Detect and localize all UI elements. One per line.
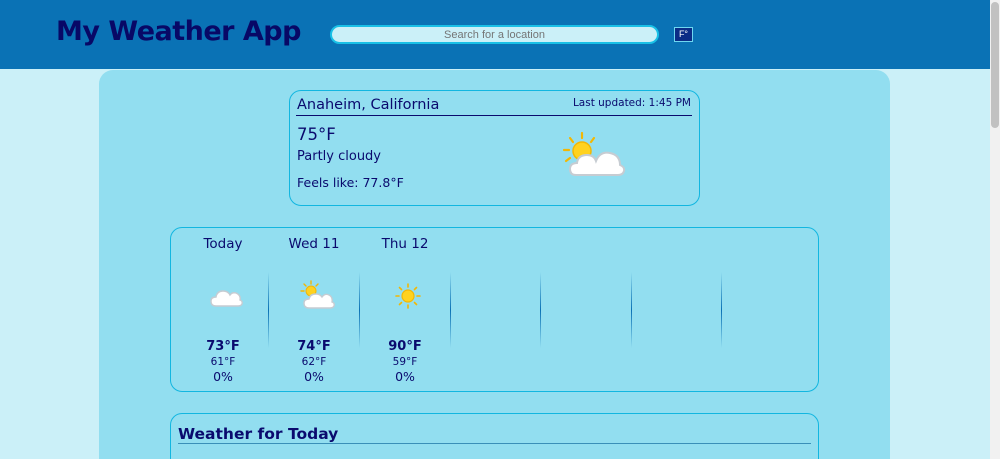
forecast-day-name: Thu 12 (381, 236, 429, 252)
current-weather-card: Anaheim, California Last updated: 1:45 P… (289, 90, 700, 206)
page-scrollbar[interactable] (990, 0, 1000, 459)
today-details-panel: Weather for Today (170, 413, 819, 459)
forecast-high: 90°F (388, 339, 422, 354)
unit-toggle-button[interactable]: F° (674, 27, 693, 42)
location-divider (296, 115, 692, 116)
location-name: Anaheim, California (297, 97, 440, 113)
forecast-day: Wed 11 74°F 62°F 0% (269, 228, 359, 393)
forecast-day: Today 73°F 61°F 0% (178, 228, 268, 393)
current-temperature: 75°F (297, 125, 336, 144)
feels-like: Feels like: 77.8°F (297, 175, 404, 190)
location-search-input[interactable] (330, 25, 659, 44)
forecast-divider (540, 272, 541, 348)
cloud-icon (210, 290, 243, 307)
forecast-day: Thu 12 90°F 59°F 0% (360, 228, 450, 393)
feels-like-value: 77.8°F (362, 175, 404, 190)
scrollbar-thumb[interactable] (991, 2, 999, 128)
forecast-day-name: Wed 11 (288, 236, 340, 252)
last-updated: Last updated: 1:45 PM (572, 97, 691, 109)
today-panel-divider (178, 443, 811, 444)
forecast-divider (450, 272, 451, 348)
forecast-divider (721, 272, 722, 348)
today-panel-title: Weather for Today (178, 425, 339, 443)
current-condition: Partly cloudy (297, 149, 381, 164)
forecast-day-name: Today (203, 236, 243, 252)
feels-like-label: Feels like: (297, 175, 359, 190)
forecast-precip: 0% (395, 369, 415, 384)
partly-cloudy-icon (562, 131, 626, 176)
forecast-strip: Today 73°F 61°F 0% Wed 11 74°F 62°F 0% T… (170, 227, 819, 392)
forecast-low: 62°F (301, 356, 327, 368)
forecast-high: 73°F (206, 339, 240, 354)
forecast-divider (631, 272, 632, 348)
forecast-high: 74°F (297, 339, 331, 354)
app-title: My Weather App (56, 16, 301, 47)
forecast-precip: 0% (304, 369, 324, 384)
app-header: My Weather App F° (0, 0, 990, 69)
forecast-precip: 0% (213, 369, 233, 384)
forecast-low: 59°F (392, 356, 418, 368)
forecast-low: 61°F (210, 356, 236, 368)
sun-icon (395, 283, 421, 309)
partly-cloudy-icon (300, 280, 335, 309)
